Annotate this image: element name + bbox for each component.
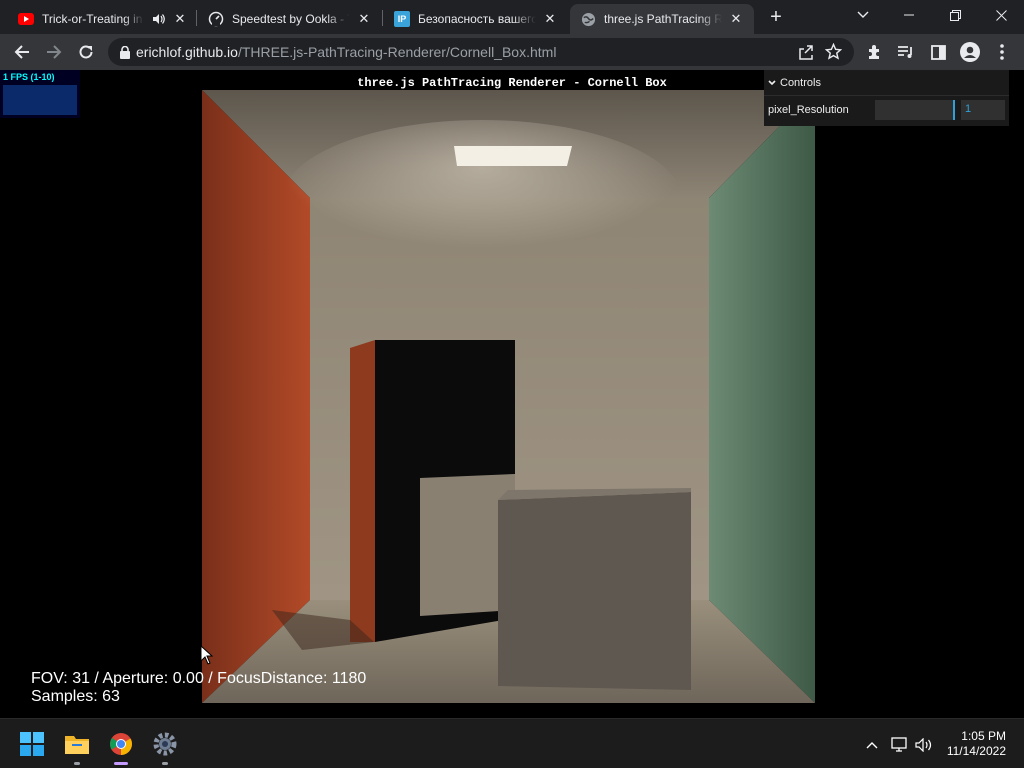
network-icon[interactable]	[890, 735, 910, 755]
camera-info: FOV: 31 / Aperture: 0.00 / FocusDistance…	[31, 670, 366, 706]
tab-security[interactable]: IP Безопасность вашего ✕	[384, 4, 568, 34]
ceiling-light	[454, 146, 572, 166]
reload-button[interactable]	[72, 38, 100, 66]
speaker-icon[interactable]	[150, 11, 166, 27]
profile-avatar-icon[interactable]	[956, 38, 984, 66]
extensions-icon[interactable]	[860, 38, 888, 66]
page-viewport: 1 FPS (1-10) three.js PathTracing Render…	[0, 70, 1024, 718]
controls-panel: Controls pixel_Resolution 1	[764, 70, 1009, 126]
windows-logo-icon	[20, 732, 44, 756]
menu-kebab-icon[interactable]	[988, 38, 1016, 66]
close-tab-icon[interactable]: ✕	[728, 11, 744, 27]
file-explorer-button[interactable]	[60, 727, 94, 765]
tab-title: Trick-or-Treating in	[42, 12, 143, 26]
browser-toolbar: erichlof.github.io/THREE.js-PathTracing-…	[0, 34, 1024, 70]
tab-title: three.js PathTracing Ren	[604, 12, 722, 26]
windows-taskbar: 1:05 PM 11/14/2022	[0, 718, 1024, 768]
media-controls-icon[interactable]	[892, 38, 920, 66]
restore-button[interactable]	[932, 0, 978, 30]
gear-icon	[153, 732, 177, 756]
running-indicator	[74, 762, 80, 765]
short-box-front	[498, 492, 691, 690]
tab-title: Speedtest by Ookla - Th	[232, 12, 350, 26]
settings-taskbar-button[interactable]	[148, 727, 182, 765]
tab-search-button[interactable]	[840, 0, 886, 30]
system-clock[interactable]: 1:05 PM 11/14/2022	[947, 729, 1006, 759]
start-button[interactable]	[15, 727, 49, 761]
share-icon[interactable]	[798, 44, 814, 60]
address-bar[interactable]: erichlof.github.io/THREE.js-PathTracing-…	[108, 38, 854, 66]
mouse-cursor-icon	[200, 645, 214, 665]
controls-title: Controls	[780, 76, 821, 89]
speedtest-icon	[208, 11, 224, 27]
side-panel-icon[interactable]	[924, 38, 952, 66]
clock-date: 11/14/2022	[946, 744, 1006, 758]
volume-icon[interactable]	[914, 735, 934, 755]
chevron-up-icon[interactable]	[862, 735, 882, 755]
tab-pathtracing[interactable]: three.js PathTracing Ren ✕	[570, 4, 754, 34]
chrome-icon	[110, 733, 132, 755]
close-window-button[interactable]	[978, 0, 1024, 30]
close-tab-icon[interactable]: ✕	[172, 11, 188, 27]
pixel-resolution-row: pixel_Resolution 1	[764, 96, 1009, 124]
chrome-taskbar-button[interactable]	[104, 727, 138, 765]
clock-time: 1:05 PM	[961, 729, 1006, 743]
controls-header[interactable]: Controls	[764, 70, 1009, 96]
new-tab-button[interactable]: +	[762, 3, 790, 31]
youtube-icon	[18, 11, 34, 27]
close-tab-icon[interactable]: ✕	[356, 11, 372, 27]
back-button[interactable]	[8, 38, 36, 66]
lock-icon[interactable]	[120, 45, 130, 59]
chevron-down-icon	[768, 79, 776, 86]
tab-youtube[interactable]: Trick-or-Treating in ✕	[8, 4, 198, 34]
active-indicator	[114, 762, 128, 765]
minimize-button[interactable]	[886, 0, 932, 30]
globe-icon	[580, 11, 596, 27]
url-host: erichlof.github.io	[136, 44, 238, 60]
tab-strip: Trick-or-Treating in ✕ Speedtest by Ookl…	[0, 0, 1024, 34]
bookmark-star-icon[interactable]	[825, 43, 842, 60]
samples-text: Samples: 63	[31, 688, 120, 705]
forward-button[interactable]	[40, 38, 68, 66]
right-wall-green	[709, 90, 815, 703]
camera-settings-text: FOV: 31 / Aperture: 0.00 / FocusDistance…	[31, 670, 367, 687]
pixel-resolution-slider[interactable]	[875, 100, 955, 120]
tall-box-side	[350, 340, 375, 642]
running-indicator	[162, 762, 168, 765]
pixel-resolution-input[interactable]: 1	[961, 100, 1005, 120]
url-path: /THREE.js-PathTracing-Renderer/Cornell_B…	[237, 44, 557, 60]
ip-icon: IP	[394, 11, 410, 27]
close-tab-icon[interactable]: ✕	[542, 11, 558, 27]
tab-separator	[196, 10, 197, 26]
url-text: erichlof.github.io/THREE.js-PathTracing-…	[136, 44, 556, 60]
tab-title: Безопасность вашего	[418, 12, 536, 26]
folder-icon	[65, 736, 89, 754]
tab-separator	[382, 10, 383, 26]
slider-handle[interactable]	[953, 100, 955, 120]
cornell-box-render[interactable]	[202, 90, 815, 703]
ceiling-glow	[282, 120, 682, 280]
pixel-resolution-label: pixel_Resolution	[768, 104, 849, 116]
tab-speedtest[interactable]: Speedtest by Ookla - Th ✕	[198, 4, 382, 34]
